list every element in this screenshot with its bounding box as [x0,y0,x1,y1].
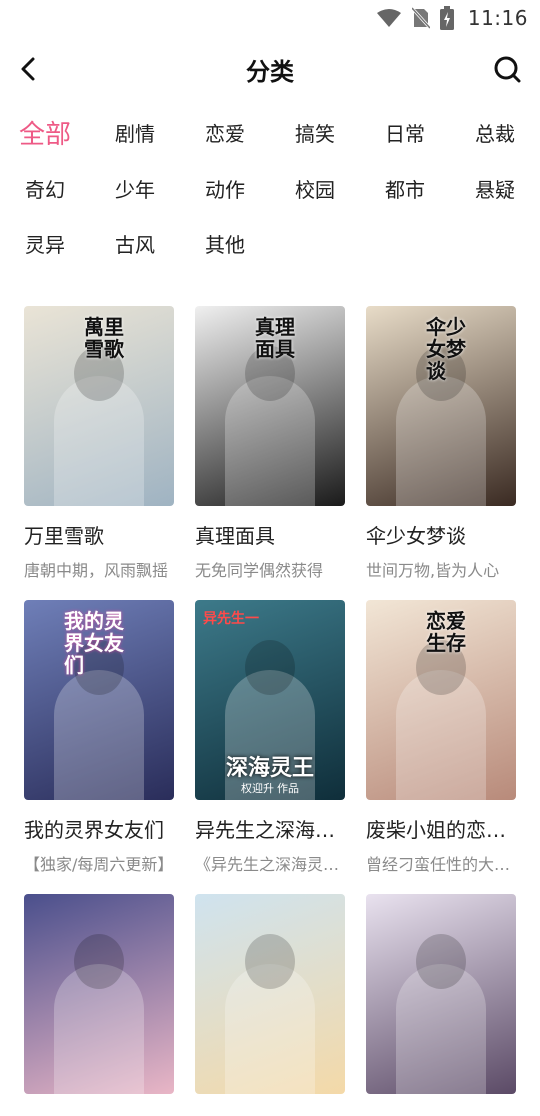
comic-title: 我的灵界女友们 [24,818,164,842]
comic-description: 《异先生之深海灵王》 [195,855,345,874]
comic-description: 无免同学偶然获得 [195,561,324,580]
comic-cover-image[interactable]: 伞少女梦谈 [366,306,516,506]
category-tab[interactable]: 搞笑 [270,118,360,147]
category-tab[interactable]: 灵异 [0,229,90,258]
comic-card[interactable] [24,894,174,1116]
comic-description: 【独家/每周六更新】 [24,855,174,874]
cover-figure-head [74,934,124,989]
status-time: 11:16 [467,6,528,30]
no-sim-icon [411,7,430,29]
comic-card[interactable]: 恋爱生存废柴小姐的恋爱生存曾经刁蛮任性的大小姐 [366,600,516,875]
header: 分类 [0,40,540,100]
comic-cover-image[interactable]: 恋爱生存 [366,600,516,800]
comic-card[interactable]: 异先生一深海灵王权迎升 作品异先生之深海灵王《异先生之深海灵王》 [195,600,345,875]
cover-author-label: 权迎升 作品 [240,783,300,795]
page-title: 分类 [246,58,294,86]
comic-title: 真理面具 [195,524,275,548]
comic-cover-image[interactable]: 真理面具 [195,306,345,506]
search-icon [494,56,521,83]
battery-charging-icon [439,6,454,30]
cover-title-art: 深海灵王 [225,755,314,781]
category-tab[interactable]: 总裁 [450,118,540,147]
category-tab[interactable]: 悬疑 [450,174,540,203]
comic-card[interactable]: 我的灵界女友们 我的灵界女友们 【独家/每周六更新】 [24,600,174,875]
comic-card[interactable] [366,894,516,1116]
comic-title: 废柴小姐的恋爱生存 [366,818,516,842]
cover-title-art: 我的灵界女友们 [64,609,124,677]
wifi-icon [376,9,401,27]
status-icons: 11:16 [376,6,528,30]
comic-card[interactable]: 真理面具 真理面具 无免同学偶然获得 [195,306,345,581]
comic-cover-image[interactable]: 我的灵界女友们 [24,600,174,800]
cover-title-art: 真理面具 [255,315,295,361]
cover-series-label: 异先生一 [203,610,259,626]
cover-figure-head [416,934,466,989]
status-bar: 11:16 [0,0,540,36]
comic-cover-image[interactable] [366,894,516,1094]
search-button[interactable] [492,54,522,84]
cover-title-art: 萬里雪歌 [84,315,124,361]
category-tab[interactable]: 古风 [90,229,180,258]
category-tab[interactable]: 动作 [180,174,270,203]
category-tab[interactable]: 剧情 [90,118,180,147]
comic-cover-image[interactable] [195,894,345,1094]
category-tab[interactable]: 全部 [0,114,90,151]
comic-card[interactable] [195,894,345,1116]
cover-title-art: 恋爱生存 [426,609,466,655]
comic-cover-image[interactable]: 异先生一深海灵王权迎升 作品 [195,600,345,800]
cover-figure-head [245,640,295,695]
cover-title-art: 伞少女梦谈 [426,315,466,383]
comic-description: 世间万物,皆为人心 [366,561,500,580]
category-tab[interactable]: 都市 [360,174,450,203]
comic-card[interactable]: 萬里雪歌万里雪歌唐朝中期，风雨飘摇 [24,306,174,581]
comic-title: 伞少女梦谈 [366,524,466,548]
comic-title: 万里雪歌 [24,524,104,548]
comic-description: 曾经刁蛮任性的大小姐 [366,855,516,874]
comic-cover-image[interactable] [24,894,174,1094]
category-tab[interactable]: 校园 [270,174,360,203]
comic-title: 异先生之深海灵王 [195,818,345,842]
category-tab[interactable]: 恋爱 [180,118,270,147]
cover-figure-head [245,934,295,989]
comic-cover-image[interactable]: 萬里雪歌 [24,306,174,506]
comic-description: 唐朝中期，风雨飘摇 [24,561,169,580]
comic-card[interactable]: 伞少女梦谈 伞少女梦谈 世间万物,皆为人心 [366,306,516,581]
category-tab[interactable]: 少年 [90,174,180,203]
category-tab[interactable]: 奇幻 [0,174,90,203]
category-tab[interactable]: 其他 [180,229,270,258]
category-tab[interactable]: 日常 [360,118,450,147]
